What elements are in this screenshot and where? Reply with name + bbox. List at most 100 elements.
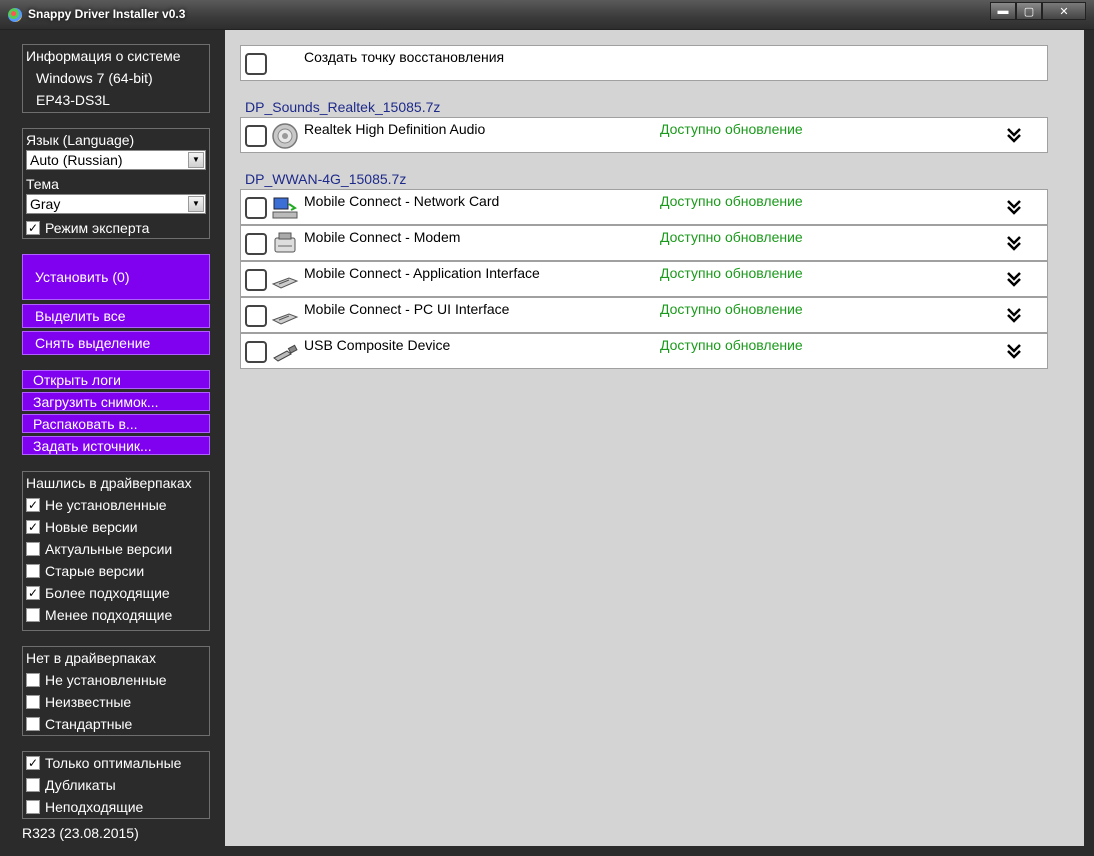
filter-checkbox[interactable]: ✓ [26,520,40,534]
window-title: Snappy Driver Installer v0.3 [28,7,186,21]
expert-mode-label: Режим эксперта [45,220,150,236]
device-checkbox[interactable] [245,125,267,147]
found-filters-panel: Нашлись в драйверпаках ✓ Не установленны… [22,471,210,631]
filter-label: Неизвестные [45,694,132,710]
restore-point-checkbox[interactable] [245,53,267,75]
language-select-value: Auto (Russian) [30,152,123,168]
expand-icon[interactable] [1005,198,1023,216]
theme-label: Тема [26,176,59,192]
filter-not-installed[interactable]: ✓ Не установленные [26,497,167,513]
system-info-heading: Информация о системе [26,48,181,64]
window-frame-bottom [0,846,1094,856]
modem-icon [274,232,296,253]
app-icon [8,8,22,22]
filter-label: Дубликаты [45,777,116,793]
device-name: Mobile Connect - Application Interface [304,265,540,281]
filter-label: Более подходящие [45,585,170,601]
found-filters-heading: Нашлись в драйверпаках [26,475,192,491]
filter-checkbox[interactable]: ✓ [26,756,40,770]
filter-checkbox[interactable]: ✓ [26,586,40,600]
load-snapshot-button[interactable]: Загрузить снимок... [22,392,210,411]
device-checkbox[interactable] [245,269,267,291]
filter-label: Неподходящие [45,799,144,815]
language-select[interactable]: Auto (Russian) ▼ [26,150,206,170]
filter-checkbox[interactable] [26,695,40,709]
device-checkbox[interactable] [245,341,267,363]
deselect-button[interactable]: Снять выделение [22,331,210,355]
expert-mode-checkbox[interactable]: ✓ [26,221,40,235]
maximize-button[interactable]: ▢ [1016,2,1042,20]
pack-title: DP_WWAN-4G_15085.7z [245,171,407,187]
filter-label: Не установленные [45,497,167,513]
device-status: Доступно обновление [660,229,803,245]
system-info-panel: Информация о системе Windows 7 (64-bit) … [22,44,210,113]
filter-duplicates[interactable]: Дубликаты [26,777,116,793]
open-logs-button[interactable]: Открыть логи [22,370,210,389]
expert-mode-checkbox-row[interactable]: ✓ Режим эксперта [26,220,149,236]
filter-checkbox[interactable] [26,717,40,731]
device-row[interactable]: Mobile Connect - PC UI Interface Доступн… [240,297,1048,333]
install-button[interactable]: Установить (0) [22,254,210,300]
expand-icon[interactable] [1005,126,1023,144]
expand-icon[interactable] [1005,270,1023,288]
filter-checkbox[interactable] [26,542,40,556]
filter-unknown[interactable]: Неизвестные [26,694,131,710]
filter-standard[interactable]: Стандартные [26,716,132,732]
chevron-down-icon[interactable]: ▼ [188,196,204,212]
device-row[interactable]: Mobile Connect - Network Card Доступно о… [240,189,1048,225]
device-checkbox[interactable] [245,233,267,255]
pack-title: DP_Sounds_Realtek_15085.7z [245,99,441,115]
extract-to-button[interactable]: Распаковать в... [22,414,210,433]
device-row[interactable]: Realtek High Definition Audio Доступно о… [240,117,1048,153]
filter-checkbox[interactable] [26,608,40,622]
filter-newer[interactable]: ✓ Новые версии [26,519,138,535]
set-source-button[interactable]: Задать источник... [22,436,210,455]
driver-list: Создать точку восстановления DP_Sounds_R… [225,30,1084,846]
select-all-button[interactable]: Выделить все [22,304,210,328]
device-name: Mobile Connect - Modem [304,229,461,245]
title-bar[interactable]: Snappy Driver Installer v0.3 ▬ ▢ ✕ [0,0,1094,30]
chevron-down-icon[interactable]: ▼ [188,152,204,168]
filter-label: Только оптимальные [45,755,182,771]
device-name: Realtek High Definition Audio [304,121,486,137]
language-label: Язык (Language) [26,132,135,148]
filter-missing-not-installed[interactable]: Не установленные [26,672,167,688]
restore-point-row[interactable]: Создать точку восстановления [240,45,1048,81]
theme-select[interactable]: Gray ▼ [26,194,206,214]
missing-filters-heading: Нет в драйверпаках [26,650,157,666]
filter-checkbox[interactable] [26,778,40,792]
filter-checkbox[interactable] [26,564,40,578]
usb-icon [273,344,298,362]
expand-icon[interactable] [1005,306,1023,324]
device-name: USB Composite Device [304,337,451,353]
speaker-icon [272,123,298,149]
filter-checkbox[interactable] [26,800,40,814]
version-label: R323 (23.08.2015) [22,825,139,841]
filter-better[interactable]: ✓ Более подходящие [26,585,170,601]
device-row[interactable]: Mobile Connect - Modem Доступно обновлен… [240,225,1048,261]
expand-icon[interactable] [1005,342,1023,360]
device-checkbox[interactable] [245,305,267,327]
filter-worse[interactable]: Менее подходящие [26,607,172,623]
filter-checkbox[interactable]: ✓ [26,498,40,512]
device-status: Доступно обновление [660,121,803,137]
filter-unsuitable[interactable]: Неподходящие [26,799,143,815]
filter-label: Новые версии [45,519,138,535]
filter-older[interactable]: Старые версии [26,563,144,579]
network-card-icon [272,197,298,219]
filter-optimal-only[interactable]: ✓ Только оптимальные [26,755,181,771]
filter-label: Не установленные [45,672,167,688]
close-button[interactable]: ✕ [1042,2,1086,20]
minimize-button[interactable]: ▬ [990,2,1016,20]
device-row[interactable]: Mobile Connect - Application Interface Д… [240,261,1048,297]
filter-current[interactable]: Актуальные версии [26,541,172,557]
filter-label: Актуальные версии [45,541,173,557]
port-icon [271,313,299,325]
port-icon [271,277,299,289]
device-row[interactable]: USB Composite Device Доступно обновление [240,333,1048,369]
window-frame-right [1084,30,1094,856]
expand-icon[interactable] [1005,234,1023,252]
device-status: Доступно обновление [660,337,803,353]
device-checkbox[interactable] [245,197,267,219]
filter-checkbox[interactable] [26,673,40,687]
